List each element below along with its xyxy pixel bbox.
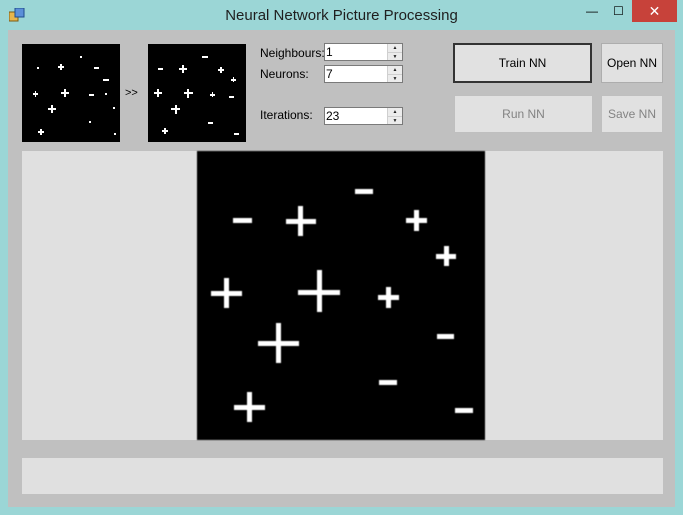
title-bar[interactable]: Neural Network Picture Processing — ☐ ✕ <box>0 0 683 30</box>
neurons-spin-buttons: ▲ ▼ <box>387 66 402 82</box>
maximize-button[interactable]: ☐ <box>605 0 632 22</box>
client-area: >> Neighbours: ▲ <box>8 30 675 507</box>
open-nn-button[interactable]: Open NN <box>601 43 663 83</box>
spin-down-icon[interactable]: ▼ <box>388 116 402 124</box>
iterations-stepper[interactable]: ▲ ▼ <box>324 107 403 125</box>
run-nn-button[interactable]: Run NN <box>454 95 593 133</box>
minimize-button[interactable]: — <box>579 0 605 22</box>
neighbours-stepper[interactable]: ▲ ▼ <box>324 43 403 61</box>
train-nn-button[interactable]: Train NN <box>453 43 592 83</box>
app-window: Neural Network Picture Processing — ☐ ✕ <box>0 0 683 515</box>
neurons-input[interactable] <box>325 66 387 82</box>
output-image-thumbnail <box>148 44 246 142</box>
transform-arrow: >> <box>125 87 138 99</box>
spin-down-icon[interactable]: ▼ <box>388 74 402 82</box>
iterations-input[interactable] <box>325 108 387 124</box>
neighbours-spin-buttons: ▲ ▼ <box>387 44 402 60</box>
close-button[interactable]: ✕ <box>632 0 677 22</box>
spin-up-icon[interactable]: ▲ <box>388 66 402 74</box>
image-display-panel <box>22 151 663 440</box>
iterations-spin-buttons: ▲ ▼ <box>387 108 402 124</box>
status-bar <box>22 458 663 494</box>
neurons-label: Neurons: <box>260 67 309 81</box>
processed-image <box>197 151 485 440</box>
iterations-label: Iterations: <box>260 108 313 122</box>
neighbours-input[interactable] <box>325 44 387 60</box>
neighbours-label: Neighbours: <box>260 46 325 60</box>
spin-up-icon[interactable]: ▲ <box>388 108 402 116</box>
neurons-stepper[interactable]: ▲ ▼ <box>324 65 403 83</box>
save-nn-button[interactable]: Save NN <box>601 95 663 133</box>
spin-down-icon[interactable]: ▼ <box>388 52 402 60</box>
input-image-thumbnail <box>22 44 120 142</box>
spin-up-icon[interactable]: ▲ <box>388 44 402 52</box>
